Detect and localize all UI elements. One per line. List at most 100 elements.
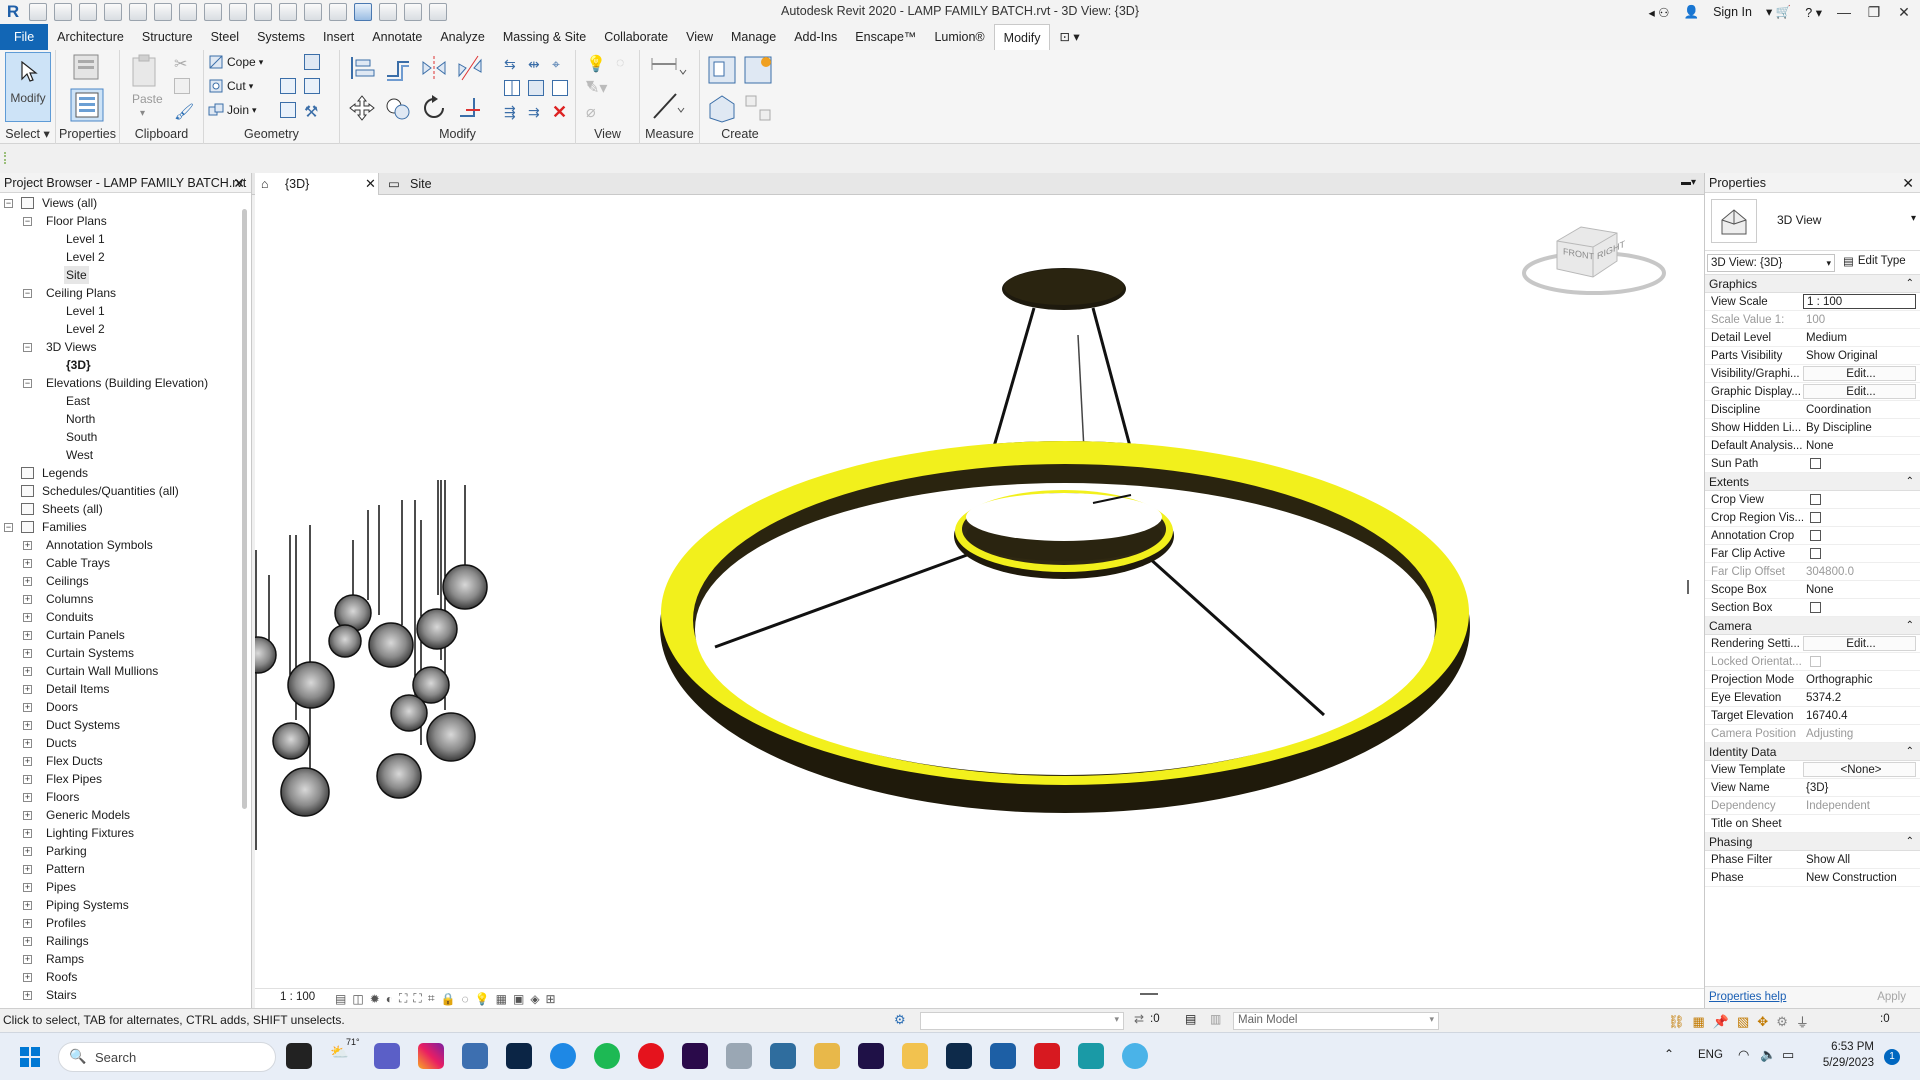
property-value[interactable]: {3D} — [1803, 779, 1920, 796]
expand-toggle-icon[interactable]: + — [23, 649, 32, 658]
worksets-icon[interactable]: ⚙ — [894, 1012, 906, 1028]
aligned-dimension-icon[interactable] — [648, 88, 688, 122]
property-checkbox[interactable] — [1803, 491, 1920, 508]
tree-item[interactable]: South — [0, 428, 251, 446]
property-group-header[interactable]: Extents ⌃ — [1705, 473, 1920, 491]
project-browser-scrollbar[interactable] — [241, 209, 249, 809]
background-processes-icon[interactable]: ⚙ — [1776, 1014, 1788, 1030]
tree-item[interactable]: + Generic Models — [0, 806, 251, 824]
create-parts-icon[interactable] — [742, 54, 774, 86]
collapse-group-icon[interactable]: ⌃ — [1906, 473, 1914, 491]
collapse-group-icon[interactable]: ⌃ — [1906, 743, 1914, 761]
tree-item[interactable]: + Ducts — [0, 734, 251, 752]
file-explorer-icon[interactable] — [902, 1043, 928, 1069]
property-value[interactable]: Show Original — [1803, 347, 1920, 364]
weather-widget[interactable]: ⛅ 71° — [330, 1037, 360, 1069]
user-icon[interactable]: 👤 — [1683, 5, 1699, 20]
volume-icon[interactable]: 🔈 — [1760, 1047, 1776, 1063]
rotate-icon[interactable] — [420, 94, 448, 122]
collapse-group-icon[interactable]: ⌃ — [1906, 833, 1914, 851]
menu-tab-add-ins[interactable]: Add-Ins — [785, 24, 846, 50]
3d-model-view[interactable] — [255, 195, 1704, 992]
sync-icon[interactable] — [104, 3, 122, 21]
mirror-pick-axis-icon[interactable] — [420, 54, 448, 82]
tree-item[interactable]: + Stairs — [0, 986, 251, 1004]
expand-toggle-icon[interactable]: + — [23, 775, 32, 784]
checkbox[interactable] — [1810, 458, 1821, 469]
horizontal-splitter[interactable] — [1140, 993, 1158, 995]
menu-tab-structure[interactable]: Structure — [133, 24, 202, 50]
property-edit-button[interactable]: <None> — [1803, 762, 1916, 777]
menu-tab-collaborate[interactable]: Collaborate — [595, 24, 677, 50]
join-roof-icon[interactable] — [304, 78, 320, 94]
photoshop-icon[interactable] — [946, 1043, 972, 1069]
scale-icon[interactable] — [528, 80, 544, 96]
tab-list-dropdown-icon[interactable]: ▬▾ — [1681, 177, 1696, 188]
tree-item[interactable]: Level 1 — [0, 230, 251, 248]
tree-item[interactable]: + Detail Items — [0, 680, 251, 698]
autocad-icon[interactable] — [1034, 1043, 1060, 1069]
tree-item[interactable]: + Ceilings — [0, 572, 251, 590]
property-group-header[interactable]: Phasing ⌃ — [1705, 833, 1920, 851]
checkbox[interactable] — [1810, 530, 1821, 541]
type-selector[interactable]: 3D View ▾ — [1705, 193, 1920, 251]
crop-view-icon[interactable]: ⛶ — [413, 991, 421, 1006]
expand-toggle-icon[interactable]: + — [23, 991, 32, 1000]
drag-elements-icon[interactable]: ✥ — [1757, 1014, 1768, 1030]
cope-button[interactable]: Cope ▾ — [208, 54, 263, 70]
expand-toggle-icon[interactable]: + — [23, 685, 32, 694]
mirror-draw-axis-icon[interactable] — [456, 54, 484, 82]
tree-item[interactable]: − Families — [0, 518, 251, 536]
tab-close-icon[interactable]: ✕ — [365, 173, 376, 195]
menu-tab-insert[interactable]: Insert — [314, 24, 363, 50]
array-icon[interactable] — [504, 80, 520, 96]
property-value[interactable]: Orthographic — [1803, 671, 1920, 688]
tree-item[interactable]: + Lighting Fixtures — [0, 824, 251, 842]
tree-item[interactable]: − Floor Plans — [0, 212, 251, 230]
tree-item[interactable]: − 3D Views — [0, 338, 251, 356]
match-properties-icon[interactable]: 🖌 — [174, 102, 194, 122]
move-icon[interactable] — [348, 94, 376, 122]
tree-item[interactable]: Schedules/Quantities (all) — [0, 482, 251, 500]
contextual-tab-dropdown-icon[interactable]: ⊡ ▾ — [1050, 24, 1088, 50]
edit-type-button[interactable]: ▤ Edit Type — [1843, 254, 1906, 268]
tree-item[interactable]: + Flex Ducts — [0, 752, 251, 770]
help-icon[interactable]: ? ▾ — [1805, 5, 1822, 20]
tree-item[interactable]: + Annotation Symbols — [0, 536, 251, 554]
apply-button[interactable]: Apply — [1877, 991, 1906, 1003]
tree-item[interactable]: West — [0, 446, 251, 464]
revit-logo-icon[interactable]: R — [4, 2, 22, 22]
scrollbar-thumb[interactable] — [242, 209, 247, 809]
tree-item[interactable]: Site — [0, 266, 251, 284]
property-value[interactable]: By Discipline — [1803, 419, 1920, 436]
customize-qat-icon[interactable] — [429, 3, 447, 21]
visual-style-icon[interactable]: ◫ — [352, 992, 363, 1006]
property-value[interactable]: Coordination — [1803, 401, 1920, 418]
tree-item[interactable]: + Ramps — [0, 950, 251, 968]
taskbar-clock[interactable]: 6:53 PM 5/29/2023 — [1810, 1039, 1874, 1071]
tree-item[interactable]: Sheets (all) — [0, 500, 251, 518]
expand-toggle-icon[interactable]: + — [23, 919, 32, 928]
menu-tab-analyze[interactable]: Analyze — [431, 24, 493, 50]
section-icon[interactable] — [329, 3, 347, 21]
redo-icon[interactable] — [154, 3, 172, 21]
tree-item[interactable]: + Parking — [0, 842, 251, 860]
filter-icon[interactable]: ⏚ — [1796, 1012, 1809, 1031]
drawing-area[interactable]: FRONT RIGHT — [255, 195, 1704, 992]
cut-scissors-icon[interactable]: ✂ — [174, 54, 194, 74]
tree-item[interactable]: Legends — [0, 464, 251, 482]
property-edit-button[interactable]: Edit... — [1803, 384, 1916, 399]
worksharing-display-icon[interactable]: ▣ — [513, 992, 524, 1006]
collapse-toggle-icon[interactable]: − — [4, 199, 13, 208]
cut-geometry-button[interactable]: Cut ▾ — [208, 78, 253, 94]
wall-joins-icon[interactable] — [280, 78, 296, 94]
menu-tab-manage[interactable]: Manage — [722, 24, 785, 50]
property-group-header[interactable]: Graphics ⌃ — [1705, 275, 1920, 293]
temporary-hide-icon[interactable]: ◌ — [462, 992, 469, 1006]
menu-tab-systems[interactable]: Systems — [248, 24, 314, 50]
menu-tab-view[interactable]: View — [677, 24, 722, 50]
tree-item[interactable]: + Conduits — [0, 608, 251, 626]
unpin-icon[interactable]: ⌖ — [552, 56, 572, 76]
undo-icon[interactable] — [129, 3, 147, 21]
temp-hide-icon[interactable]: ◌ — [616, 54, 636, 74]
